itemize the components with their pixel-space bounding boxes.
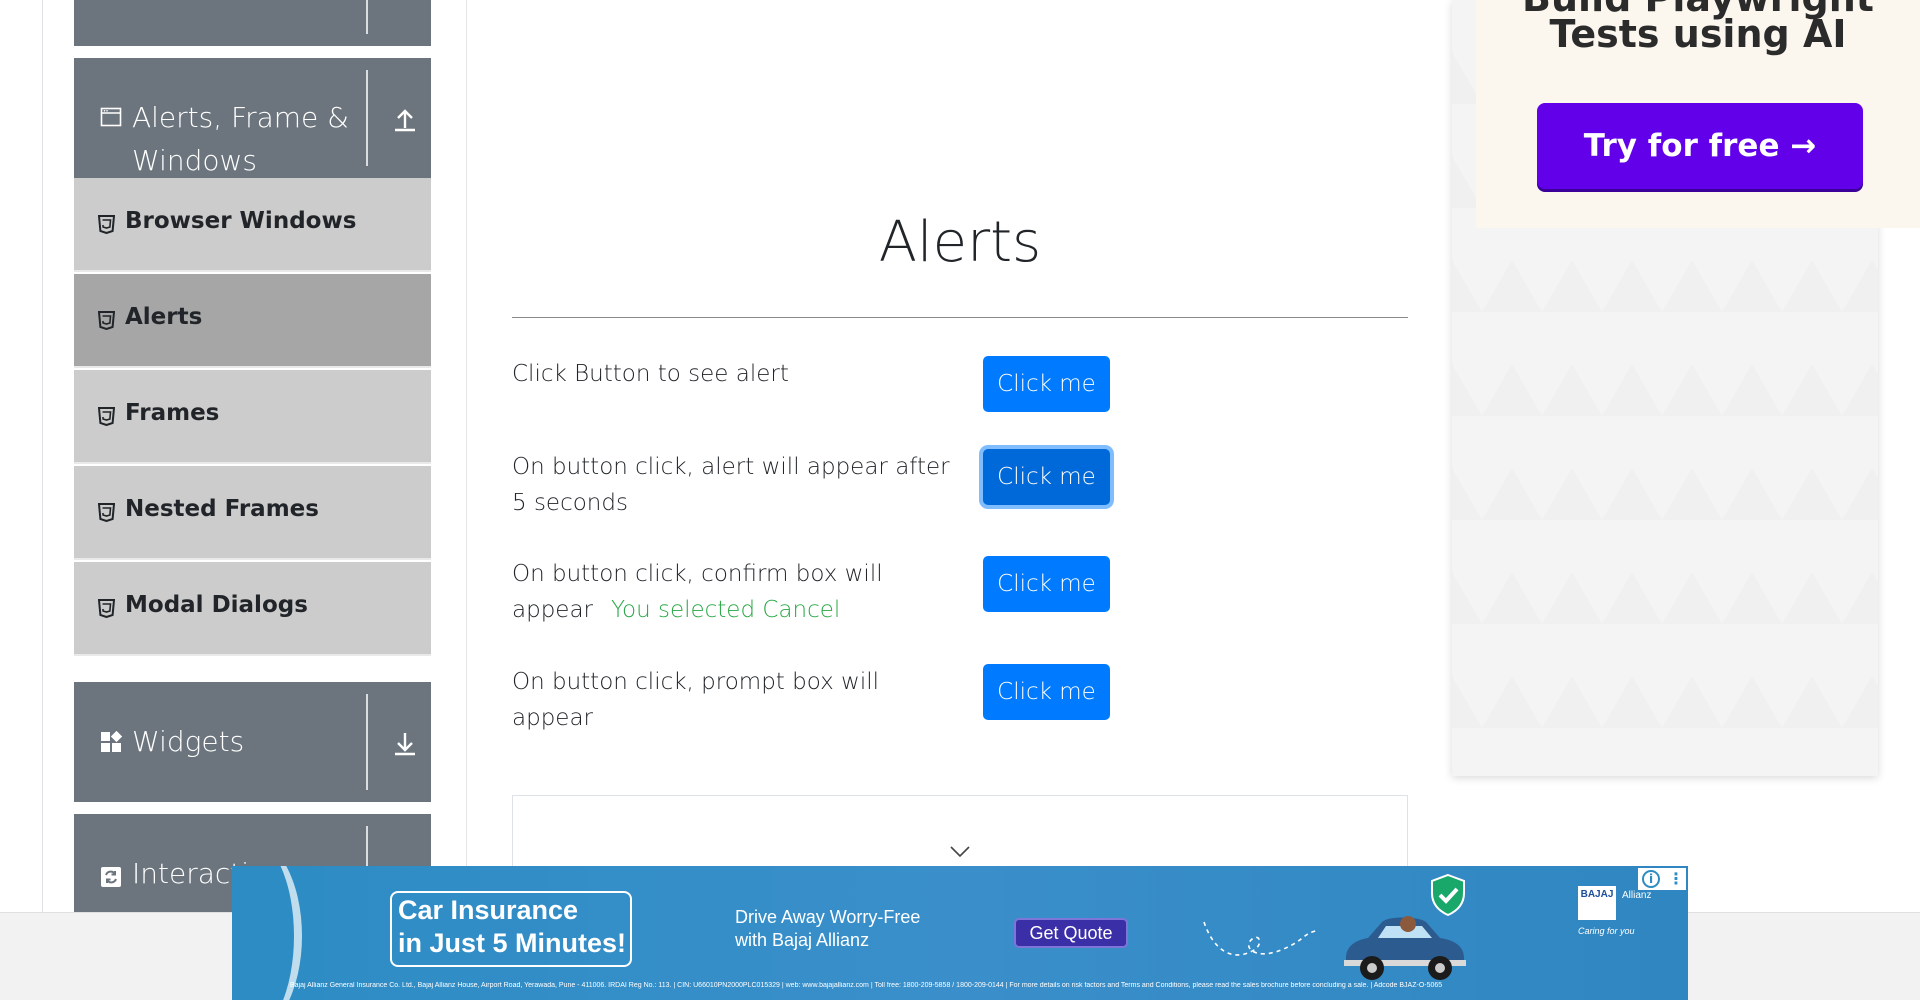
- confirm-button[interactable]: Click me: [983, 556, 1110, 612]
- sidebar-item-label: Modal Dialogs: [125, 592, 308, 618]
- group-header-alerts-frame-windows[interactable]: Alerts, Frame & Windows: [74, 58, 431, 178]
- sidebar-item-browser-windows[interactable]: Browser Windows: [74, 178, 431, 272]
- html5-icon: [98, 215, 115, 234]
- sidebar-item-label: Alerts: [125, 304, 203, 330]
- confirm-row-label: On button click, confirm box will appear…: [512, 556, 952, 628]
- alert-row-label: Click Button to see alert: [512, 361, 789, 387]
- window-icon: [100, 107, 122, 127]
- try-for-free-button[interactable]: Try for free →: [1537, 103, 1863, 189]
- logo-slogan: Caring for you: [1578, 926, 1635, 936]
- interactions-icon: [101, 867, 121, 887]
- html5-icon: [98, 503, 115, 522]
- timer-alert-row-label: On button click, alert will appear after…: [512, 454, 950, 516]
- group-title-line1: Alerts, Frame &: [132, 101, 350, 134]
- bottom-banner-ad[interactable]: Car Insurance in Just 5 Minutes! Drive A…: [232, 866, 1688, 1000]
- sidebar-left-border: [42, 0, 43, 912]
- sidebar-right-border: [466, 0, 467, 912]
- allianz-logo-text: Allianz: [1622, 890, 1652, 901]
- sidebar-item-nested-frames[interactable]: Nested Frames: [74, 466, 431, 560]
- group-title: Widgets: [132, 725, 245, 758]
- widgets-icon: [101, 731, 122, 752]
- vintage-car-icon: [1344, 916, 1466, 980]
- prompt-button[interactable]: Click me: [983, 664, 1110, 720]
- sidebar-item-frames[interactable]: Frames: [74, 370, 431, 464]
- html5-icon: [98, 407, 115, 426]
- chevron-down-icon: [950, 846, 970, 858]
- sidebar-item-label: Frames: [125, 400, 220, 426]
- group-divider: [366, 694, 368, 790]
- group-divider: [366, 70, 368, 166]
- page-title: Alerts: [878, 210, 1042, 275]
- info-icon[interactable]: i: [1642, 870, 1660, 888]
- dashed-path-icon: [1203, 921, 1320, 956]
- ad-headline: Tests using AI: [1549, 12, 1847, 56]
- group-header-widgets[interactable]: Widgets: [74, 682, 431, 802]
- banner-swoosh: [232, 866, 302, 1000]
- page: Alerts, Frame & Windows Browser Windows …: [0, 0, 1920, 1000]
- more-options-icon[interactable]: ⋮: [1668, 869, 1684, 889]
- upload-arrow-icon: [392, 0, 418, 18]
- confirm-result-text: You selected Cancel: [611, 597, 841, 623]
- group-divider: [366, 0, 368, 34]
- download-arrow-icon: [395, 733, 415, 756]
- group-title-line2: Windows: [132, 144, 257, 177]
- ad-choices-badge[interactable]: i ⋮: [1638, 868, 1686, 890]
- html5-icon: [98, 311, 115, 330]
- bajaj-allianz-logo: BAJAJ Allianz Caring for you: [1578, 886, 1664, 946]
- timer-alert-button[interactable]: Click me: [983, 449, 1110, 505]
- sidebar-item-modal-dialogs[interactable]: Modal Dialogs: [74, 562, 431, 656]
- banner-headline: Car Insurance in Just 5 Minutes!: [398, 895, 627, 958]
- prompt-row-label: On button click, prompt box will appear: [512, 669, 880, 731]
- banner-tagline: Drive Away Worry-Free with Bajaj Allianz: [735, 907, 921, 950]
- upload-arrow-icon: [395, 109, 415, 132]
- sidebar-item-label: Browser Windows: [125, 208, 357, 234]
- alert-button[interactable]: Click me: [983, 356, 1110, 412]
- title-divider: [512, 317, 1408, 318]
- previous-group-header[interactable]: [74, 0, 431, 46]
- html5-icon: [98, 599, 115, 618]
- bajaj-logo-mark: BAJAJ: [1578, 886, 1616, 920]
- sidebar-item-label: Nested Frames: [125, 496, 319, 522]
- sidebar-item-alerts[interactable]: Alerts: [74, 274, 431, 368]
- banner-fine-print: Bajaj Allianz General Insurance Co. Ltd.…: [290, 982, 1443, 989]
- get-quote-button[interactable]: Get Quote: [1014, 918, 1128, 948]
